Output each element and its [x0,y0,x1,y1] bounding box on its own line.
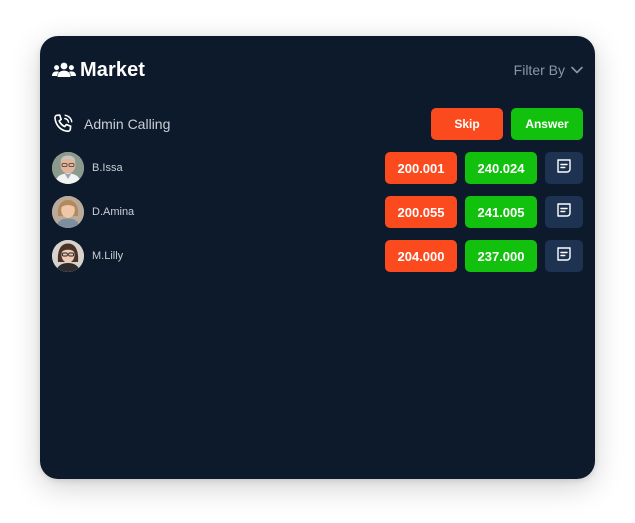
message-icon [555,201,573,224]
trader-actions: 204.000 237.000 [385,240,583,272]
trader-name: D.Amina [92,206,135,218]
sell-price-button[interactable]: 200.001 [385,152,457,184]
incoming-call-bar: Admin Calling Skip Answer [52,108,583,140]
market-header: Market Filter By [52,58,583,82]
users-icon [52,61,76,79]
avatar [52,196,84,228]
page-title: Market [80,58,146,81]
sell-price-button[interactable]: 204.000 [385,240,457,272]
chevron-down-icon [571,66,583,74]
skip-button[interactable]: Skip [431,108,503,140]
filter-dropdown[interactable]: Filter By [514,62,583,78]
avatar [52,240,84,272]
buy-price-button[interactable]: 241.005 [465,196,537,228]
message-button[interactable] [545,196,583,228]
trader-name: M.Lilly [92,250,124,262]
trader-row: M.Lilly 204.000 237.000 [52,240,583,272]
trader-actions: 200.001 240.024 [385,152,583,184]
avatar [52,152,84,184]
call-actions: Skip Answer [431,108,583,140]
message-button[interactable] [545,240,583,272]
buy-price-button[interactable]: 237.000 [465,240,537,272]
trader-actions: 200.055 241.005 [385,196,583,228]
trader-row: B.Issa 200.001 240.024 [52,152,583,184]
trader-row: D.Amina 200.055 241.005 [52,196,583,228]
sell-price-button[interactable]: 200.055 [385,196,457,228]
answer-button[interactable]: Answer [511,108,583,140]
filter-label: Filter By [513,62,565,78]
market-card: Market Filter By Admin Calling Skip Answ… [40,36,595,479]
call-label: Admin Calling [84,116,171,132]
buy-price-button[interactable]: 240.024 [465,152,537,184]
phone-ringing-icon [52,113,74,135]
message-button[interactable] [545,152,583,184]
trader-name: B.Issa [92,162,123,174]
message-icon [555,245,573,268]
message-icon [555,157,573,180]
trader-list: B.Issa 200.001 240.024 D.Amina 200.055 2… [52,152,583,284]
